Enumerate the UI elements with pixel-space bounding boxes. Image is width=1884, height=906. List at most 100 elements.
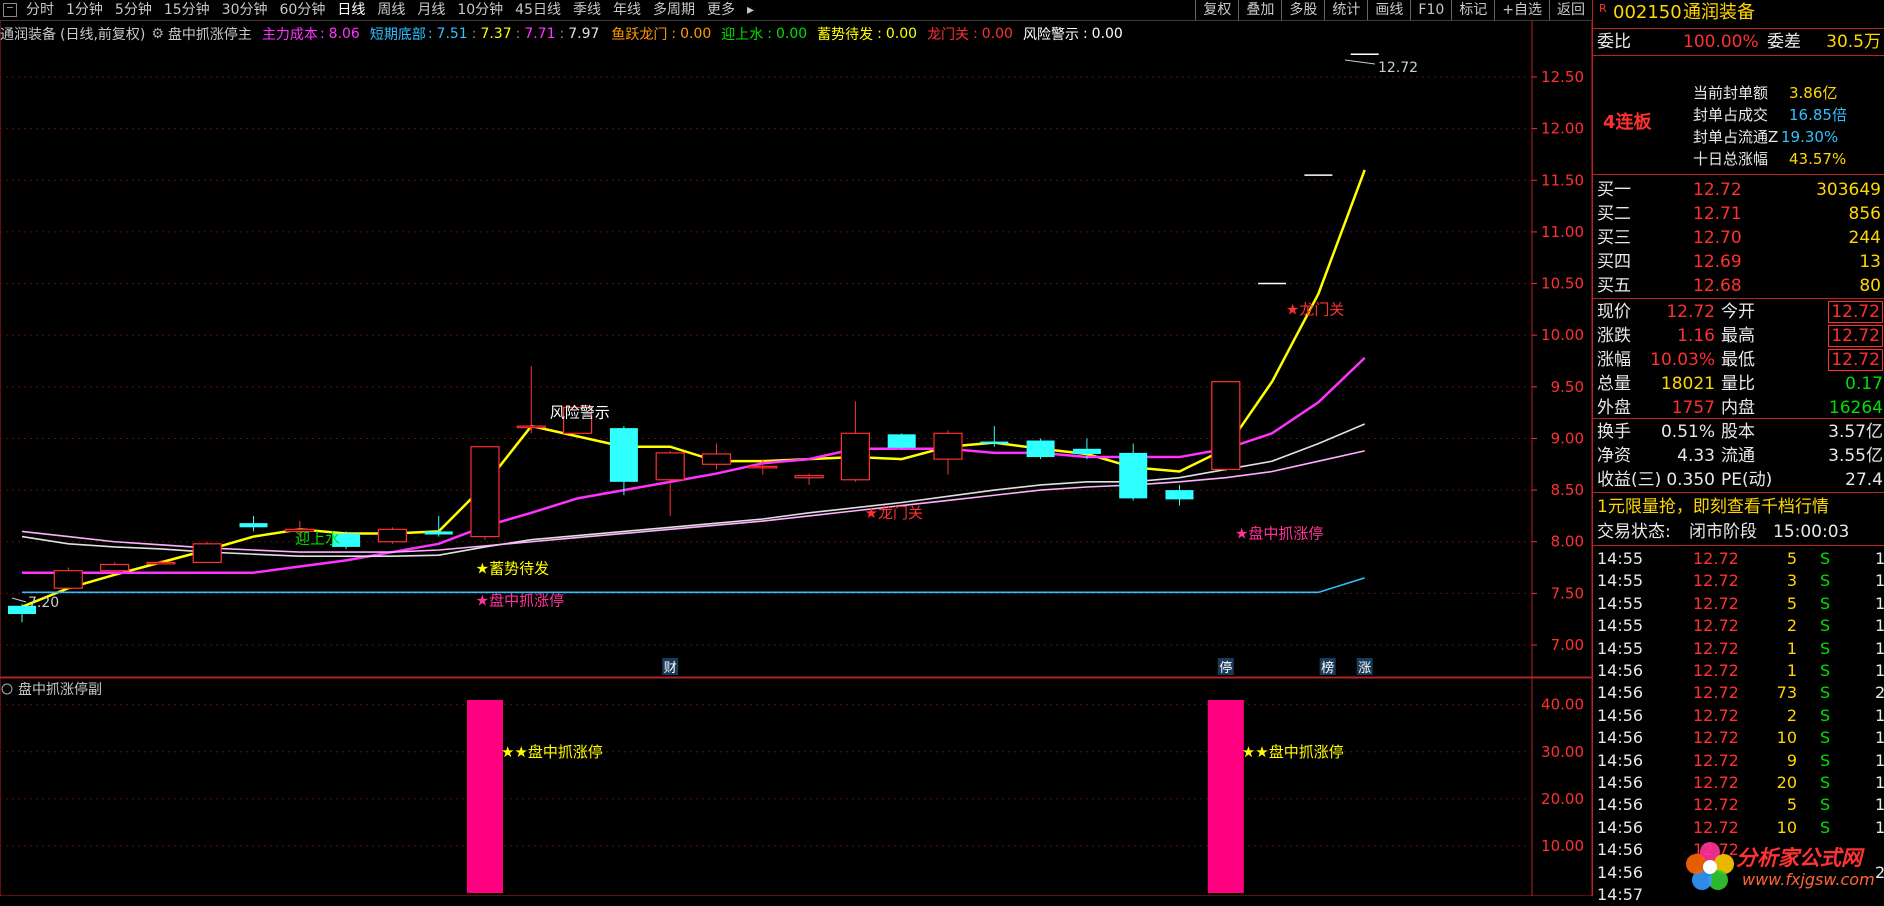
l5-label: 风险警示 [1022,27,1079,43]
period-tab[interactable]: 15分钟 [158,0,216,20]
y-tick-label: 7.00 [1551,636,1584,654]
tick-volume: 5 [1786,593,1797,613]
tick-count: 1 [1875,773,1884,792]
settings-icon[interactable]: ⚙ [151,26,164,42]
candle-body [980,441,1009,444]
toolbar-button[interactable]: +自选 [1494,0,1549,20]
bid-row[interactable]: 买四 12.69 13 [1593,250,1884,274]
tick-row: 14:56 12.72 9 S 1 [1593,750,1884,772]
period-tab[interactable]: 月线 [411,0,451,20]
tick-side: S [1820,549,1831,568]
more-arrow-icon[interactable]: ▸ [741,0,760,20]
period-tab[interactable]: 季线 [567,0,607,20]
period-tab[interactable]: 30分钟 [216,0,274,20]
period-toolbar: 分时 1分钟 5分钟 15分钟 30分钟 60分钟 日线 周线 月线 10分钟 45日线 季线 年线 多周… [0,0,1592,21]
date-marker[interactable]: 停 [1219,660,1232,676]
period-tab[interactable]: 多周期 [647,0,701,20]
stat-row: 涨跌 1.16 最高 12.72 [1593,324,1884,348]
stat-value: 10.03% [1650,350,1715,370]
tick-side: S [1820,728,1831,748]
tick-count: 1 [1875,750,1884,770]
tick-volume: 10 [1776,728,1797,748]
tick-count: 1 [1875,817,1884,837]
period-tab[interactable]: 周线 [371,0,411,20]
stat2-label: 收益(三) [1597,470,1662,490]
bid-label: 买二 [1597,204,1631,224]
period-tab[interactable]: 日线 [331,0,371,20]
bid-volume: 856 [1848,204,1881,224]
stat-row: 总量 18021 量比 0.17 [1593,372,1884,396]
stat2-row: 收益(三) 0.350 PE(动) 27.4 [1593,468,1884,492]
stat2-value: 0.51% [1660,422,1715,442]
stat-label: 今开 [1721,302,1755,322]
toolbar-button[interactable]: 返回 [1549,0,1592,20]
bid-volume: 80 [1859,276,1881,296]
high-pointer [1344,59,1376,65]
tick-volume: 73 [1776,683,1797,703]
toolbar-button[interactable]: 画线 [1367,0,1410,20]
tick-time: 14:56 [1597,683,1644,703]
period-tab[interactable]: 60分钟 [274,0,332,20]
stat-label: 最高 [1721,326,1755,346]
period-tab[interactable]: 45日线 [509,0,567,20]
toolbar-button[interactable]: F10 [1410,0,1451,20]
period-tab[interactable]: 5分钟 [109,0,158,20]
bid-price: 12.71 [1693,204,1742,224]
collapse-icon[interactable] [1,683,13,695]
formula-name[interactable]: 盘中抓涨停主 [168,24,252,44]
seal-value: 16.85倍 [1789,106,1847,124]
toolbar-button[interactable]: 统计 [1324,0,1367,20]
tick-row: 14:55 12.72 1 S 1 [1593,638,1884,660]
date-marker[interactable]: 涨 [1358,661,1371,676]
tick-volume: 1 [1786,638,1797,658]
tick-volume: 3 [1786,571,1797,591]
bid-row[interactable]: 买二 12.71 856 [1593,202,1884,226]
series-line [22,577,1365,594]
seal-label: 十日总涨幅 [1693,150,1769,168]
period-tab[interactable]: 10分钟 [451,0,509,20]
y-tick-label: 8.50 [1551,481,1584,499]
period-tab[interactable]: 更多 [701,0,741,20]
low-pointer [11,597,27,603]
toolbar-button[interactable]: 多股 [1281,0,1324,20]
tick-price: 12.72 [1693,817,1739,837]
seal-row: 封单占成交 16.85倍 [1593,104,1884,126]
period-tab[interactable]: 年线 [607,0,647,20]
bid-volume: 13 [1859,252,1881,272]
toolbar-button[interactable]: 复权 [1195,0,1238,20]
candle-body [1211,381,1241,471]
candle-body [794,475,824,479]
candle-body [192,543,222,563]
tick-row: 14:56 12.72 5 S 1 [1593,794,1884,816]
stat-value: 12.72 [1666,302,1715,322]
period-tab[interactable]: 分时 [20,0,60,20]
menu-icon[interactable] [3,3,17,17]
tick-side: S [1820,705,1831,725]
l3-value: 0.00 [885,26,918,42]
date-marker[interactable]: 财 [664,661,677,676]
stat2-label: 换手 [1597,422,1631,442]
bid-row[interactable]: 买三 12.70 244 [1593,226,1884,250]
toolbar-button[interactable]: 标记 [1451,0,1494,20]
weibi-label: 委比 [1597,32,1631,52]
tick-side: S [1820,773,1831,792]
stat2-label: 股本 [1721,422,1755,442]
promo-banner[interactable]: 1元限量抢，即刻查看千档行情 [1593,494,1884,520]
v3-value: 7.71 [524,26,556,42]
bid-row[interactable]: 买一 12.72 303649 [1593,178,1884,202]
kline-chart[interactable]: 风险警示迎上水★蓄势待发★盘中抓涨停★龙门关★盘中抓涨停★龙门关12.727.2… [0,0,1592,896]
tick-count: 1 [1875,728,1884,748]
bid-row[interactable]: 买五 12.68 80 [1593,274,1884,298]
tick-count: 1 [1875,549,1884,568]
stat2-row: 换手 0.51% 股本 3.57亿 [1593,420,1884,444]
tick-row: 14:56 12.72 1 S 1 [1593,660,1884,682]
tick-side: S [1820,795,1831,815]
toolbar-button[interactable]: 叠加 [1238,0,1281,20]
date-marker[interactable]: 榜 [1321,660,1334,676]
stat-label: 涨幅 [1597,350,1631,370]
promo-text[interactable]: 1元限量抢，即刻查看千档行情 [1597,494,1829,520]
series-line [22,356,1366,574]
tick-volume: 2 [1786,705,1797,725]
period-tab[interactable]: 1分钟 [60,0,109,20]
tick-time: 14:56 [1597,661,1644,680]
